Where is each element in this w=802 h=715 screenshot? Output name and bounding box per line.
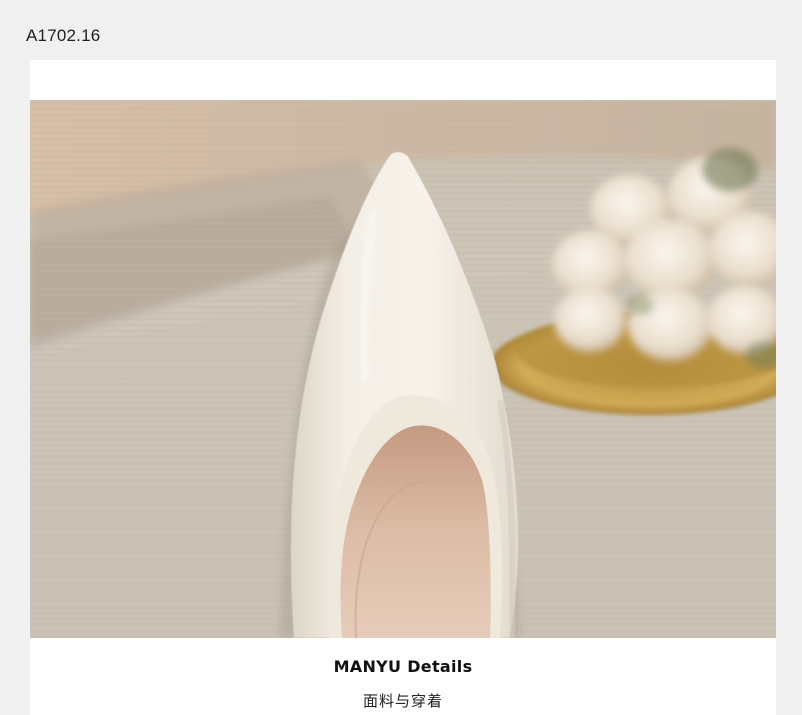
details-title: MANYU Details	[333, 657, 473, 676]
product-photo	[30, 100, 776, 638]
product-code: A1702.16	[26, 26, 101, 45]
product-card: MANYU Details 面料与穿着	[30, 60, 776, 715]
shoe-photo-illustration	[30, 100, 776, 638]
details-subtitle: 面料与穿着	[362, 692, 443, 710]
